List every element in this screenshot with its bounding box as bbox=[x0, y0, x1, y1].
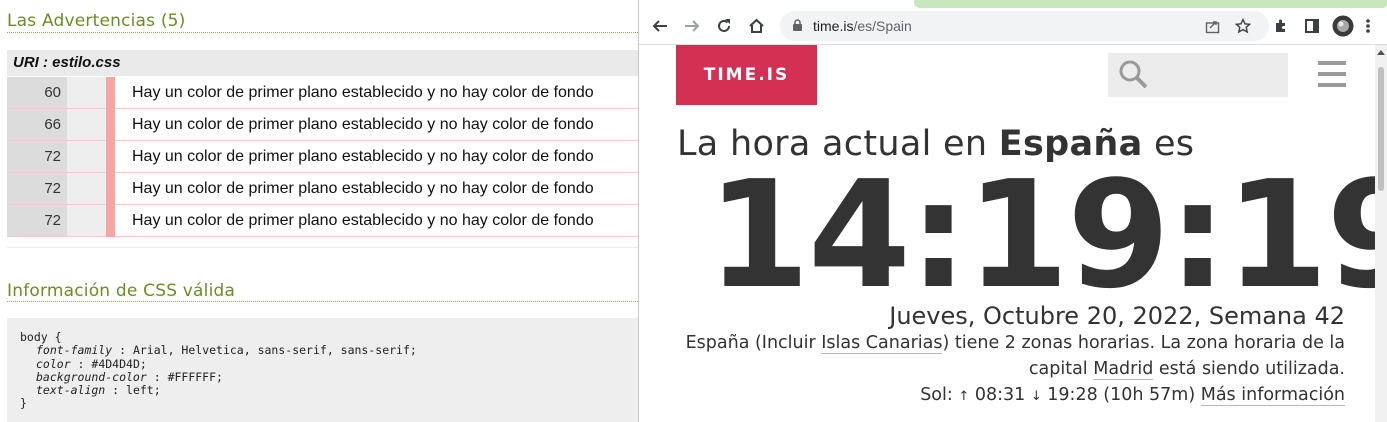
validator-page: Las Advertencias (5) URI : estilo.css 60… bbox=[0, 0, 638, 422]
star-icon[interactable] bbox=[1230, 13, 1256, 39]
context-cell bbox=[67, 173, 106, 204]
current-date: Jueves, Octubre 20, 2022, Semana 42 bbox=[889, 302, 1345, 330]
code-line: background-color : #FFFFFF; bbox=[36, 369, 223, 384]
lock-icon bbox=[793, 19, 802, 31]
url-text[interactable]: time.is/es/Spain bbox=[813, 18, 912, 34]
line-number: 72 bbox=[7, 173, 67, 204]
css-value: Arial, Helvetica, sans-serif, sans-serif… bbox=[132, 343, 417, 358]
table-row: 72 Hay un color de primer plano establec… bbox=[7, 141, 638, 173]
timezone-info: España (Incluir Islas Canarias) tiene 2 … bbox=[685, 333, 1345, 354]
heading-divider bbox=[7, 32, 638, 33]
code-line: } bbox=[20, 397, 638, 410]
current-time: 14:19:19 bbox=[707, 149, 1387, 321]
tab-strip bbox=[914, 0, 1387, 8]
context-cell bbox=[67, 141, 106, 172]
warning-message: Hay un color de primer plano establecido… bbox=[132, 148, 594, 165]
url-path: /es/Spain bbox=[853, 18, 912, 34]
uri-label: URI : estilo.css bbox=[13, 54, 121, 71]
timeis-logo[interactable]: TIME.IS bbox=[676, 45, 817, 105]
css-value: left; bbox=[126, 383, 161, 398]
heading-divider bbox=[7, 301, 638, 302]
info-text: ) tiene 2 zonas horarias. La zona horari… bbox=[942, 333, 1345, 353]
line-number: 66 bbox=[7, 109, 67, 140]
sun-info: Sol: ↑ 08:31 ↓ 19:28 (10h 57m) Más infor… bbox=[920, 385, 1345, 406]
table-divider bbox=[7, 247, 638, 248]
scrollbar[interactable] bbox=[1375, 45, 1387, 422]
more-info-link[interactable]: Más información bbox=[1200, 385, 1345, 406]
brace: } bbox=[20, 396, 27, 411]
warning-message: Hay un color de primer plano establecido… bbox=[132, 180, 594, 197]
warning-marker bbox=[106, 109, 115, 141]
table-row: 72 Hay un color de primer plano establec… bbox=[7, 205, 638, 237]
warning-message: Hay un color de primer plano establecido… bbox=[132, 84, 594, 101]
sun-label: Sol: bbox=[920, 385, 959, 405]
uri-header: URI : estilo.css bbox=[7, 50, 638, 76]
css-value: #4D4D4D; bbox=[91, 356, 147, 371]
line-number: 72 bbox=[7, 141, 67, 172]
css-selector: body bbox=[20, 330, 48, 344]
back-arrow-icon[interactable] bbox=[647, 13, 673, 39]
warning-marker bbox=[106, 205, 115, 237]
address-bar[interactable]: time.is/es/Spain bbox=[780, 11, 1269, 41]
browser-toolbar: time.is/es/Spain bbox=[639, 8, 1387, 44]
warnings-table: 60 Hay un color de primer plano establec… bbox=[7, 77, 638, 237]
warning-message: Hay un color de primer plano establecido… bbox=[132, 212, 594, 229]
profile-avatar[interactable] bbox=[1330, 13, 1356, 39]
css-value: #FFFFFF; bbox=[167, 369, 223, 384]
sunset-arrow-icon: ↓ bbox=[1030, 389, 1042, 404]
code-line: text-align : left; bbox=[36, 383, 161, 398]
css-code-block: body { font-family : Arial, Helvetica, s… bbox=[7, 318, 638, 422]
info-text: está siendo utilizada. bbox=[1153, 359, 1345, 379]
table-row: 72 Hay un color de primer plano establec… bbox=[7, 173, 638, 205]
css-property: text-align bbox=[36, 383, 106, 398]
table-row: 66 Hay un color de primer plano establec… bbox=[7, 109, 638, 141]
css-property: color bbox=[36, 356, 71, 371]
warning-marker bbox=[106, 77, 115, 109]
reload-icon[interactable] bbox=[711, 13, 737, 39]
warnings-heading: Las Advertencias (5) bbox=[7, 11, 186, 31]
css-property: font-family bbox=[36, 343, 113, 358]
share-icon[interactable] bbox=[1199, 13, 1225, 39]
brace: { bbox=[54, 330, 62, 344]
line-number: 72 bbox=[7, 205, 67, 236]
forward-arrow-icon[interactable] bbox=[679, 13, 705, 39]
scroll-up-arrow-icon[interactable] bbox=[1377, 50, 1385, 55]
line-number: 60 bbox=[7, 77, 67, 108]
home-icon[interactable] bbox=[743, 13, 769, 39]
search-input[interactable] bbox=[1108, 53, 1288, 97]
code-line: font-family : Arial, Helvetica, sans-ser… bbox=[36, 343, 417, 358]
browser-window: time.is/es/Spain TIME.IS La hora actual … bbox=[638, 0, 1387, 422]
url-host: time.is bbox=[813, 18, 854, 34]
sunset-time: 19:28 (10h 57m) bbox=[1041, 385, 1201, 405]
warning-message: Hay un color de primer plano establecido… bbox=[132, 116, 594, 133]
info-text: capital bbox=[1028, 359, 1094, 379]
islas-canarias-link[interactable]: Islas Canarias bbox=[821, 333, 943, 354]
context-cell bbox=[67, 109, 106, 140]
kebab-menu-icon[interactable] bbox=[1355, 13, 1381, 39]
extensions-icon[interactable] bbox=[1268, 13, 1294, 39]
table-row: 60 Hay un color de primer plano establec… bbox=[7, 77, 638, 109]
info-text: España (Incluir bbox=[685, 333, 822, 353]
scrollbar-thumb[interactable] bbox=[1378, 67, 1384, 191]
sidebar-icon[interactable] bbox=[1299, 13, 1325, 39]
code-line: body { bbox=[20, 330, 638, 344]
hamburger-menu-icon[interactable] bbox=[1318, 61, 1346, 87]
timezone-info: capital Madrid está siendo utilizada. bbox=[1028, 359, 1345, 380]
sunrise-time: 08:31 bbox=[969, 385, 1031, 405]
search-icon bbox=[1119, 60, 1148, 89]
css-property: background-color bbox=[36, 369, 147, 384]
code-line: color : #4D4D4D; bbox=[36, 356, 147, 371]
css-info-heading: Información de CSS válida bbox=[7, 281, 236, 301]
warning-marker bbox=[106, 173, 115, 205]
warning-marker bbox=[106, 141, 115, 173]
madrid-link[interactable]: Madrid bbox=[1093, 359, 1154, 380]
sunrise-arrow-icon: ↑ bbox=[958, 389, 970, 404]
context-cell bbox=[67, 205, 106, 236]
context-cell bbox=[67, 77, 106, 108]
